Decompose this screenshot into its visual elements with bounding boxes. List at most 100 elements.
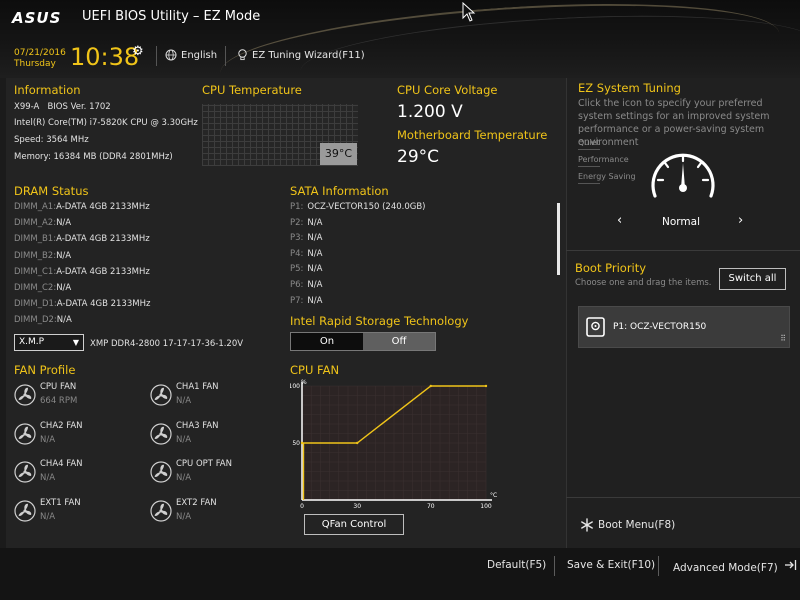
fan-item[interactable]: EXT1 FAN N/A <box>14 498 154 532</box>
board-model-value: X99-A <box>14 102 40 112</box>
fan-icon <box>14 422 36 445</box>
advanced-mode-button[interactable]: Advanced Mode(F7) <box>673 559 797 574</box>
tuning-next-arrow[interactable]: › <box>738 213 743 228</box>
memory-info: Memory: 16384 MB (DDR4 2801MHz) <box>14 152 173 162</box>
dropdown-arrow-icon: ▼ <box>72 338 79 347</box>
tuning-option-underline <box>578 149 600 150</box>
boot-menu-label: Boot Menu(F8) <box>598 519 676 531</box>
tuning-prev-arrow[interactable]: ‹ <box>617 213 622 228</box>
sata-port-label: P1: <box>290 202 304 212</box>
dram-slot-value: A-DATA 4GB 2133MHz <box>56 202 150 212</box>
tuning-option[interactable]: Quiet <box>578 138 600 147</box>
fan-value: N/A <box>40 434 56 445</box>
dram-slot-label: DIMM_D1: <box>14 299 57 310</box>
xmp-selected-value: X.M.P <box>19 337 45 347</box>
tuning-option[interactable]: Energy Saving <box>578 172 636 181</box>
fan-icon <box>150 499 172 522</box>
xmp-select[interactable]: X.M.P ▼ <box>14 334 84 351</box>
speedometer-icon[interactable] <box>646 146 720 202</box>
dram-slot-label: DIMM_A1: <box>14 202 57 212</box>
footer-separator <box>658 556 659 576</box>
board-model: X99-A BIOS Ver. 1702 <box>14 102 111 112</box>
header-separator <box>225 46 226 66</box>
exit-arrow-icon <box>784 559 797 574</box>
dram-slot-label: DIMM_B1: <box>14 234 57 245</box>
tuning-mode-value: Normal <box>662 216 700 228</box>
fan-item[interactable]: CPU FAN 664 RPM <box>14 382 154 416</box>
sata-port-label: P3: <box>290 233 304 244</box>
sata-port-value: N/A <box>307 233 323 244</box>
day-display: Thursday <box>14 59 56 69</box>
language-label: English <box>181 49 218 61</box>
fan-value: 664 RPM <box>40 396 78 406</box>
tuning-option[interactable]: Performance <box>578 155 629 164</box>
sata-information-title: SATA Information <box>290 184 389 198</box>
cpu-info: Intel(R) Core(TM) i7-5820K CPU @ 3.30GHz <box>14 118 198 128</box>
qfan-control-button[interactable]: QFan Control <box>304 514 404 535</box>
intel-rst-title: Intel Rapid Storage Technology <box>290 314 469 328</box>
fan-item[interactable]: CPU OPT FAN N/A <box>150 459 290 493</box>
fan-icon <box>14 461 36 483</box>
language-button[interactable]: English <box>165 49 217 61</box>
fan-chart-y-unit: % <box>301 379 307 386</box>
dram-slot-label: DIMM_D2: <box>14 315 57 326</box>
sata-port-label: P2: <box>290 217 304 228</box>
side-divider <box>566 497 800 498</box>
dram-slot-value: N/A <box>56 315 72 326</box>
cpu-speed: Speed: 3564 MHz <box>14 135 89 145</box>
dram-slot-value: N/A <box>56 218 72 229</box>
cpu-fan-curve-chart[interactable]: % °C 100 50 0 30 70 100 <box>290 376 504 508</box>
boot-menu-button[interactable]: Boot Menu(F8) <box>580 518 675 532</box>
advanced-mode-label: Advanced Mode(F7) <box>673 562 778 574</box>
sata-scrollbar[interactable] <box>557 203 560 275</box>
fan-item[interactable]: CHA2 FAN N/A <box>14 421 154 455</box>
dram-status-title: DRAM Status <box>14 184 89 198</box>
fan-item[interactable]: CHA1 FAN N/A <box>150 382 290 416</box>
sata-port-row: P3: N/A <box>290 233 322 243</box>
fan-icon <box>14 384 36 406</box>
fan-value: N/A <box>40 473 56 483</box>
fan-item[interactable]: EXT2 FAN N/A <box>150 498 290 532</box>
fan-value: N/A <box>176 396 192 406</box>
lightbulb-icon <box>238 49 247 61</box>
sata-port-label: P4: <box>290 248 304 259</box>
tuning-option-underline <box>578 166 600 167</box>
sata-port-value: N/A <box>307 295 323 306</box>
dram-slot-row: DIMM_A1:A-DATA 4GB 2133MHz <box>14 202 150 212</box>
default-button[interactable]: Default(F5) <box>487 559 546 571</box>
ez-tuning-wizard-button[interactable]: EZ Tuning Wizard(F11) <box>237 49 365 61</box>
fan-value: N/A <box>176 473 192 483</box>
dram-slot-row: DIMM_B1:A-DATA 4GB 2133MHz <box>14 234 150 244</box>
fan-item[interactable]: CHA3 FAN N/A <box>150 421 290 455</box>
sata-port-label: P5: <box>290 264 304 275</box>
fan-name: CHA2 FAN <box>40 420 83 431</box>
bios-version: BIOS Ver. 1702 <box>47 102 111 112</box>
rst-off-option[interactable]: Off <box>363 333 435 350</box>
sata-port-row: P6: N/A <box>290 280 322 290</box>
switch-all-button[interactable]: Switch all <box>719 268 786 290</box>
fan-item[interactable]: CHA4 FAN N/A <box>14 459 154 493</box>
fan-name: CHA1 FAN <box>176 382 219 392</box>
dram-slot-label: DIMM_A2: <box>14 218 57 229</box>
cpu-temperature-title: CPU Temperature <box>202 83 302 97</box>
rst-on-option[interactable]: On <box>291 333 363 350</box>
footer-bar <box>0 548 800 600</box>
footer-separator <box>554 556 555 576</box>
gear-icon[interactable]: ⚙ <box>132 44 144 59</box>
intel-rst-toggle[interactable]: On Off <box>290 332 436 351</box>
fan-icon <box>150 422 172 445</box>
fan-curve-point <box>356 441 359 445</box>
boot-priority-description: Choose one and drag the items. <box>575 278 712 288</box>
fan-chart-y-tick: 50 <box>292 440 300 447</box>
sata-port-row: P5: N/A <box>290 264 322 274</box>
fan-curve-point <box>484 384 488 388</box>
sata-port-value: N/A <box>307 280 323 290</box>
fan-name: CPU FAN <box>40 382 77 392</box>
save-exit-button[interactable]: Save & Exit(F10) <box>567 559 655 571</box>
fan-chart-x-unit: °C <box>490 492 497 499</box>
dram-slot-label: DIMM_C2: <box>14 283 57 293</box>
boot-device-item[interactable]: P1: OCZ-VECTOR150 ⠿ <box>578 306 790 348</box>
fan-chart-x-tick: 100 <box>480 503 492 508</box>
drag-handle-icon[interactable]: ⠿ <box>780 334 786 343</box>
dram-slot-value: A-DATA 4GB 2133MHz <box>56 234 150 245</box>
